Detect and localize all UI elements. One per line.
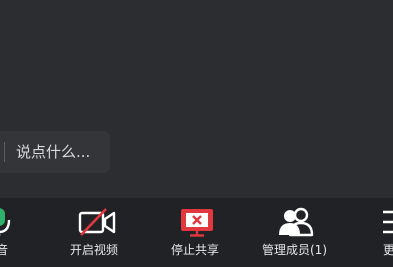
manage-members-label: 管理成员(1) xyxy=(262,243,327,257)
more-button[interactable]: 更 xyxy=(374,198,393,267)
start-video-button[interactable]: 开启视频 xyxy=(62,198,134,267)
mute-label: 音 xyxy=(0,243,9,257)
microphone-icon xyxy=(0,208,11,236)
members-icon xyxy=(279,207,314,237)
chat-input-bubble[interactable]: 说点什么... xyxy=(0,131,110,173)
meeting-screen: 说点什么... 音 开启视频 停止共享 管理成员(1) 更 xyxy=(0,0,393,267)
stop-share-button[interactable]: 停止共享 xyxy=(160,198,232,267)
manage-members-button[interactable]: 管理成员(1) xyxy=(258,198,338,267)
start-video-label: 开启视频 xyxy=(70,243,119,257)
mute-button[interactable]: 音 xyxy=(0,198,30,267)
chat-divider xyxy=(4,142,5,162)
stop-share-label: 停止共享 xyxy=(171,243,220,257)
stop-share-icon xyxy=(181,209,213,237)
more-label: 更 xyxy=(383,243,393,257)
video-off-icon xyxy=(78,208,116,236)
chat-placeholder: 说点什么... xyxy=(16,143,91,161)
more-icon xyxy=(383,210,393,234)
bottom-toolbar: 音 开启视频 停止共享 管理成员(1) 更 xyxy=(0,198,393,267)
